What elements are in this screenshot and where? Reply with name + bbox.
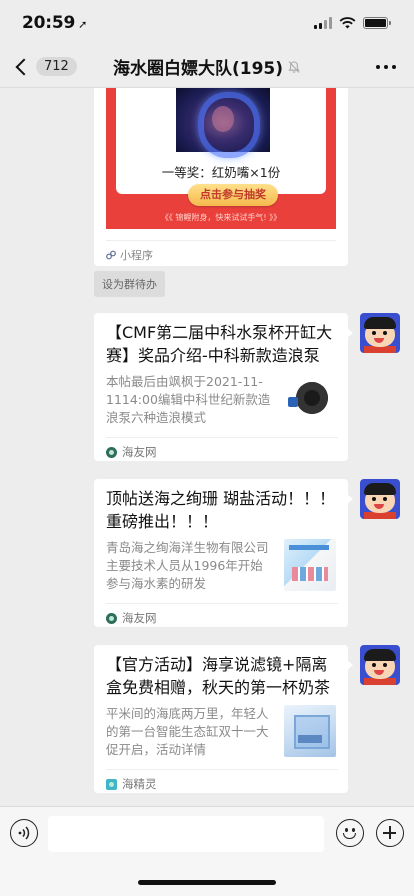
home-indicator [138, 880, 276, 885]
link-title: 【官方活动】海享说滤镜+隔离盒免费相赠，秋天的第一杯奶茶 [106, 655, 331, 697]
link-thumbnail [284, 373, 336, 425]
battery-icon [363, 17, 391, 29]
source-name: 海友网 [122, 611, 157, 625]
chevron-left-icon [15, 58, 33, 75]
coral-photo [176, 88, 270, 158]
lottery-panel: 一等奖：红奶嘴×1份 点击参与抽奖 [116, 88, 326, 206]
link-thumbnail [284, 539, 336, 591]
chat-messages[interactable]: 一等奖：红奶嘴×1份 点击参与抽奖 《《 锦鲤附身，快来试试手气! 》》 小程序… [0, 88, 414, 806]
lottery-hint: 《《 锦鲤附身，快来试试手气! 》》 [160, 213, 282, 222]
emoji-button[interactable] [336, 819, 364, 847]
mini-program-label: 小程序 [120, 249, 153, 262]
avatar[interactable] [360, 645, 400, 685]
source-logo-icon [106, 778, 117, 790]
link-description: 平米间的海底两万里，年轻人的第一台智能生态缸双十一大促开启，活动详情 [106, 706, 269, 757]
more-dot [376, 64, 380, 69]
bell-slash-icon [288, 60, 300, 73]
smiley-icon [343, 833, 356, 839]
voice-input-button[interactable] [10, 819, 38, 847]
link-source: 海友网 [106, 603, 338, 626]
group-name: 海水圈白嫖大队(195) [112, 59, 284, 79]
source-logo-icon [106, 612, 117, 624]
lottery-banner: 一等奖：红奶嘴×1份 点击参与抽奖 [106, 88, 336, 229]
link-thumbnail [284, 705, 336, 757]
source-name: 海精灵 [122, 777, 157, 791]
status-icons [314, 17, 391, 29]
prize-text: 一等奖：红奶嘴×1份 [161, 165, 281, 180]
join-lottery-button[interactable]: 点击参与抽奖 [188, 184, 278, 206]
link-card[interactable]: 【官方活动】海享说滤镜+隔离盒免费相赠，秋天的第一杯奶茶 平米间的海底两万里，年… [94, 645, 353, 793]
status-bar: 20:59 ➚ [0, 0, 414, 46]
mini-program-icon [106, 250, 116, 260]
link-source: 海友网 [106, 437, 338, 460]
message-row: 【CMF第二届中科水泵杯开缸大赛】奖品介绍-中科新款造浪泵 本帖最后由飒枫于20… [94, 313, 400, 463]
more-dot [384, 64, 388, 69]
link-source: 海精灵 [106, 769, 338, 792]
status-time: 20:59 ➚ [22, 13, 87, 33]
link-description: 青岛海之绚海洋生物有限公司主要技术人员从1996年开始参与海水素的研发 [106, 540, 269, 591]
avatar[interactable] [360, 313, 400, 353]
more-button[interactable] [334, 64, 414, 69]
more-dot [392, 64, 396, 69]
message-row: 顶帖送海之绚珊 瑚盐活动！！！ 重磅推出！！！ 青岛海之绚海洋生物有限公司主要技… [94, 479, 400, 629]
link-card[interactable]: 顶帖送海之绚珊 瑚盐活动！！！ 重磅推出！！！ 青岛海之绚海洋生物有限公司主要技… [94, 479, 353, 627]
link-title: 【CMF第二届中科水泵杯开缸大赛】奖品介绍-中科新款造浪泵 [106, 323, 333, 365]
more-actions-button[interactable] [376, 819, 404, 847]
link-description: 本帖最后由飒枫于2021-11-1114:00编辑中科世纪新款造浪泵六种造浪模式 [106, 374, 271, 425]
voice-icon [18, 826, 30, 840]
source-name: 海友网 [122, 445, 157, 459]
source-logo-icon [106, 446, 117, 458]
wifi-icon [339, 17, 356, 29]
set-group-todo-button[interactable]: 设为群待办 [94, 271, 165, 297]
signal-icon [314, 17, 332, 29]
mini-program-card[interactable]: 一等奖：红奶嘴×1份 点击参与抽奖 《《 锦鲤附身，快来试试手气! 》》 小程序 [94, 88, 348, 266]
nav-bar: 712 海水圈白嫖大队(195) [0, 46, 414, 88]
unread-count-badge: 712 [36, 57, 77, 76]
avatar[interactable] [360, 479, 400, 519]
link-title: 顶帖送海之绚珊 瑚盐活动！！！ 重磅推出！！！ [106, 489, 336, 531]
chat-title: 海水圈白嫖大队(195) [80, 54, 334, 79]
location-arrow-icon: ➚ [78, 18, 88, 31]
message-row: 【官方活动】海享说滤镜+隔离盒免费相赠，秋天的第一杯奶茶 平米间的海底两万里，年… [94, 645, 400, 795]
mini-program-footer: 小程序 [106, 240, 336, 263]
message-input[interactable] [48, 816, 324, 852]
clock: 20:59 [22, 13, 76, 33]
link-card[interactable]: 【CMF第二届中科水泵杯开缸大赛】奖品介绍-中科新款造浪泵 本帖最后由飒枫于20… [94, 313, 353, 461]
back-button[interactable]: 712 [0, 57, 80, 76]
